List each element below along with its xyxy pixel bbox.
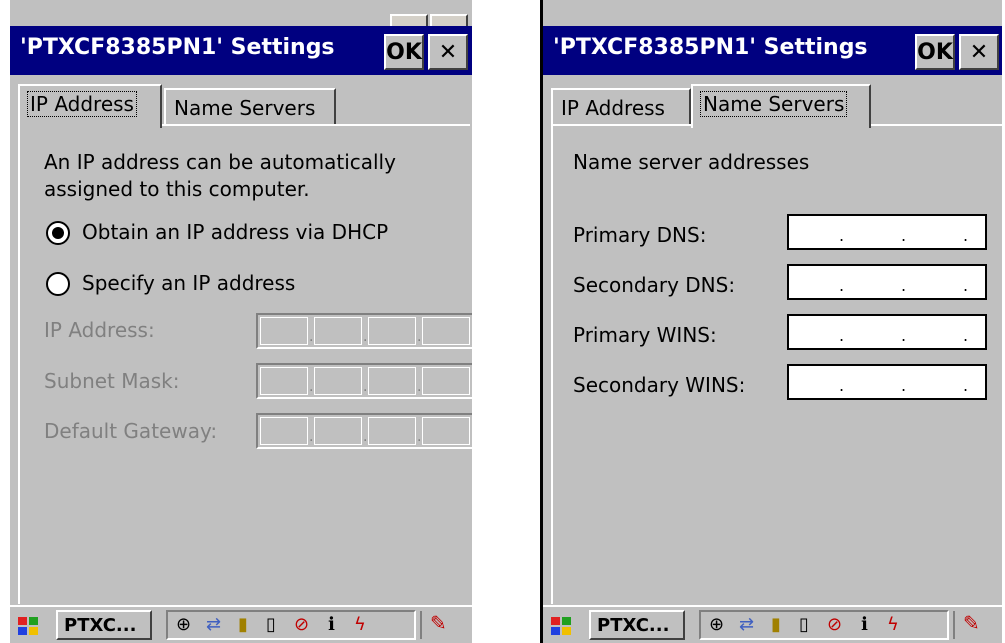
description-text: An IP address can be automatically (44, 150, 396, 174)
connection-icon[interactable]: ⇄ (206, 614, 221, 635)
window-title: 'PTXCF8385PN1' Settings (20, 35, 335, 60)
section-heading: Name server addresses (573, 150, 810, 174)
battery-icon[interactable]: ▮ (238, 614, 248, 635)
system-tray: ⊕ ⇄ ▮ ▯ ⊘ ℹ ϟ (166, 610, 416, 640)
default-gateway-field[interactable]: . . . (256, 413, 472, 449)
static-ip-radio-label[interactable]: Specify an IP address (82, 271, 295, 295)
subnet-mask-field[interactable]: . . . (256, 363, 472, 399)
power-icon[interactable]: ϟ (354, 614, 366, 635)
default-gateway-label: Default Gateway: (44, 419, 218, 443)
power-icon[interactable]: ϟ (887, 614, 899, 635)
taskbar: PTXC... ⊕ ⇄ ▮ ▯ ⊘ ℹ ϟ ✎ (543, 605, 1002, 643)
secondary-dns-label: Secondary DNS: (573, 273, 736, 297)
tray-separator (420, 611, 422, 639)
tray-separator (953, 611, 955, 639)
start-button[interactable] (12, 611, 48, 641)
taskbar: PTXC... ⊕ ⇄ ▮ ▯ ⊘ ℹ ϟ ✎ (10, 605, 472, 643)
system-tray: ⊕ ⇄ ▮ ▯ ⊘ ℹ ϟ (699, 610, 949, 640)
pen-icon[interactable]: ✎ (430, 611, 447, 635)
static-ip-radio[interactable] (46, 272, 70, 296)
start-button[interactable] (545, 611, 581, 641)
secondary-dns-field[interactable]: ... (787, 264, 987, 300)
close-button[interactable]: ✕ (428, 34, 468, 70)
subnet-mask-label: Subnet Mask: (44, 369, 180, 393)
title-bar: 'PTXCF8385PN1' Settings OK ✕ (10, 26, 472, 78)
ip-address-label: IP Address: (44, 318, 155, 342)
pen-icon[interactable]: ✎ (963, 611, 980, 635)
primary-dns-field[interactable]: ... (787, 214, 987, 250)
primary-dns-label: Primary DNS: (573, 223, 707, 247)
secondary-wins-field[interactable]: ... (787, 364, 987, 400)
ok-button[interactable]: OK (915, 34, 955, 70)
device-icon[interactable]: ▯ (799, 614, 809, 635)
tab-name-servers[interactable]: Name Servers (164, 88, 336, 126)
connection-icon[interactable]: ⇄ (739, 614, 754, 635)
network-icon[interactable]: ⊕ (709, 614, 724, 635)
primary-wins-label: Primary WINS: (573, 323, 717, 347)
device-icon[interactable]: ▯ (266, 614, 276, 635)
network-icon[interactable]: ⊕ (176, 614, 191, 635)
tab-ip-address[interactable]: IP Address (551, 88, 691, 126)
taskbar-task-button[interactable]: PTXC... (589, 610, 685, 640)
dhcp-radio[interactable] (46, 221, 70, 245)
tab-name-servers[interactable]: Name Servers (691, 84, 871, 128)
description-text: assigned to this computer. (44, 177, 310, 201)
left-screen: 'PTXCF8385PN1' Settings OK ✕ IP Address … (10, 0, 472, 643)
background-window (10, 0, 472, 28)
window-title: 'PTXCF8385PN1' Settings (553, 35, 868, 60)
taskbar-task-button[interactable]: PTXC... (56, 610, 152, 640)
right-screen: 'PTXCF8385PN1' Settings OK ✕ IP Address … (540, 0, 1002, 643)
info-icon[interactable]: ℹ (328, 614, 335, 635)
title-bar: 'PTXCF8385PN1' Settings OK ✕ (543, 26, 1002, 78)
battery-icon[interactable]: ▮ (771, 614, 781, 635)
tab-ip-address[interactable]: IP Address (18, 84, 162, 128)
no-signal-icon[interactable]: ⊘ (827, 614, 842, 635)
secondary-wins-label: Secondary WINS: (573, 373, 746, 397)
info-icon[interactable]: ℹ (861, 614, 868, 635)
close-button[interactable]: ✕ (959, 34, 999, 70)
ok-button[interactable]: OK (384, 34, 424, 70)
radio-selected-dot (52, 227, 64, 239)
ip-address-field[interactable]: . . . (256, 313, 472, 349)
primary-wins-field[interactable]: ... (787, 314, 987, 350)
no-signal-icon[interactable]: ⊘ (294, 614, 309, 635)
dhcp-radio-label[interactable]: Obtain an IP address via DHCP (82, 220, 388, 244)
